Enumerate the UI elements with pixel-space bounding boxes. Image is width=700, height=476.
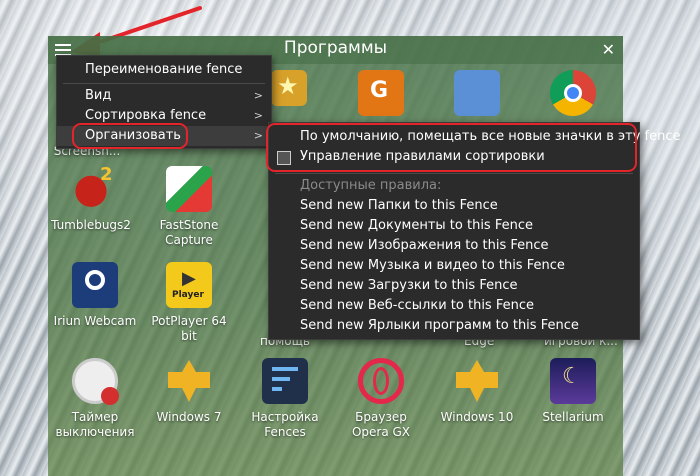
tile-app-orange[interactable]: G (338, 70, 424, 116)
tile-windows10[interactable]: Windows 10 (434, 358, 520, 425)
tile-opera-gx[interactable]: Браузер Opera GX (338, 358, 424, 440)
timer-icon (72, 358, 119, 405)
rule-label: Send new Музыка и видео to this Fence (300, 258, 565, 273)
tile-chrome[interactable] (530, 70, 616, 116)
rule-downloads[interactable]: Send new Загрузки to this Fence (269, 276, 639, 296)
tile-label: Настройка Fences (251, 410, 319, 439)
chevron-right-icon: > (253, 89, 263, 102)
tile-label: PotPlayer 64 bit (151, 314, 227, 343)
tile-label: Браузер Opera GX (351, 410, 411, 439)
rule-music-video[interactable]: Send new Музыка и видео to this Fence (269, 256, 639, 276)
tile-fences-settings[interactable]: Настройка Fences (242, 358, 328, 440)
favorites-star-icon: ★ (271, 70, 307, 106)
computer-icon (454, 70, 500, 116)
tile-tumblebugs[interactable]: 2 Tumblebugs2 (48, 164, 134, 233)
tile-windows7[interactable]: Windows 7 (146, 358, 232, 425)
tile-stellarium[interactable]: ☾ Stellarium (530, 358, 616, 425)
chrome-icon (550, 70, 596, 116)
rule-label: Send new Изображения to this Fence (300, 238, 549, 253)
rule-label: Send new Документы to this Fence (300, 218, 533, 233)
potplayer-icon: ▶ Player (166, 262, 212, 308)
chevron-right-icon: > (253, 109, 263, 122)
tile-iriun[interactable]: Iriun Webcam (52, 262, 138, 329)
highlight-submenu-top (266, 123, 637, 172)
rule-label: Send new Ярлыки программ to this Fence (300, 318, 579, 333)
windows10-shortcut-icon (454, 358, 500, 404)
menu-separator (275, 173, 633, 174)
tile-label: Windows 7 (156, 410, 222, 424)
rule-images[interactable]: Send new Изображения to this Fence (269, 236, 639, 256)
windows7-shortcut-icon (166, 358, 212, 404)
tile-label: Windows 10 (440, 410, 514, 424)
tile-label: Iriun Webcam (53, 314, 137, 328)
rule-label: Send new Папки to this Fence (300, 198, 498, 213)
tile-label: FastStone Capture (159, 218, 219, 247)
menu-item-view[interactable]: Вид > (57, 86, 271, 106)
submenu-section-header: Доступные правила: (269, 176, 639, 196)
potplayer-badge: Player (172, 290, 204, 300)
opera-gx-icon (358, 358, 404, 404)
rule-web-links[interactable]: Send new Веб-ссылки to this Fence (269, 296, 639, 316)
menu-item-label: Вид (85, 88, 112, 103)
menu-item-rename[interactable]: Переименование fence (57, 60, 271, 80)
tile-faststone[interactable]: FastStone Capture (146, 166, 232, 248)
menu-item-label: Сортировка fence (85, 108, 207, 123)
section-header-label: Доступные правила: (300, 178, 442, 193)
rule-documents[interactable]: Send new Документы to this Fence (269, 216, 639, 236)
tile-pc-app[interactable] (434, 70, 520, 116)
rule-folders[interactable]: Send new Папки to this Fence (269, 196, 639, 216)
fences-settings-icon (262, 358, 308, 404)
menu-item-label: Переименование fence (85, 62, 243, 77)
menu-separator (63, 83, 265, 84)
stellarium-icon: ☾ (550, 358, 596, 404)
rule-program-shortcuts[interactable]: Send new Ярлыки программ to this Fence (269, 316, 639, 336)
tile-timer[interactable]: Таймер выключения (52, 358, 138, 440)
close-icon[interactable]: ✕ (602, 40, 615, 59)
rule-label: Send new Веб-ссылки to this Fence (300, 298, 534, 313)
faststone-capture-icon (166, 166, 212, 212)
orange-app-icon: G (358, 70, 404, 116)
tile-label: Таймер выключения (55, 410, 135, 439)
webcam-icon (72, 262, 118, 308)
chevron-right-icon: > (253, 129, 263, 142)
ladybug-game-icon: 2 (68, 164, 114, 212)
highlight-organize (72, 123, 188, 149)
tile-potplayer[interactable]: ▶ Player PotPlayer 64 bit (146, 262, 232, 344)
rule-label: Send new Загрузки to this Fence (300, 278, 518, 293)
tile-label: Stellarium (542, 410, 604, 424)
tile-label: Tumblebugs2 (51, 218, 131, 232)
